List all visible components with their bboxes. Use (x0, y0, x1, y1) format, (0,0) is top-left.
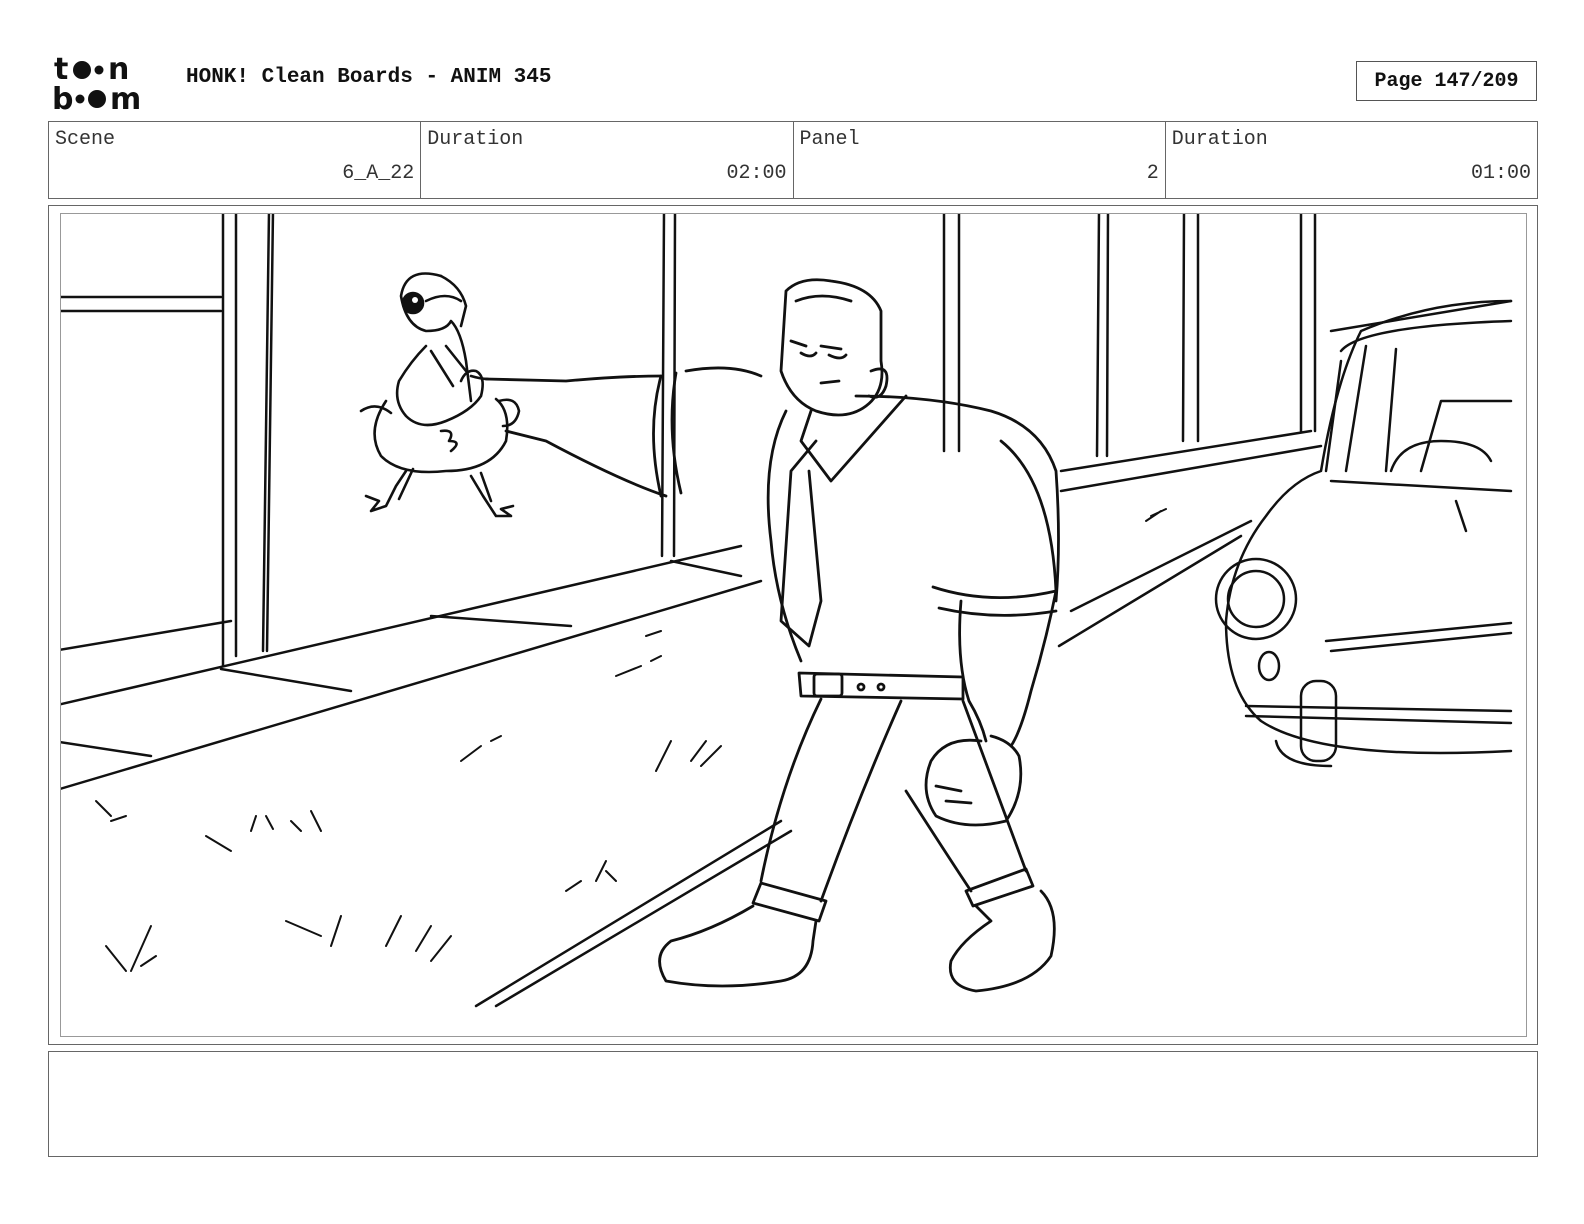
panel-duration-label: Duration (1171, 128, 1268, 151)
svg-text:b: b (52, 82, 73, 112)
grass-tufts (95, 508, 1167, 972)
document-title: HONK! Clean Boards - ANIM 345 (186, 66, 552, 89)
toon-boom-logo: t n b m (52, 52, 141, 112)
scene-duration-value: 02:00 (726, 162, 787, 185)
scene-duration-label: Duration (427, 128, 524, 151)
scene-info-row: Scene 6_A_22 Duration 02:00 Panel 2 Dura… (48, 121, 1538, 199)
scene-duration-cell: Duration 02:00 (421, 122, 794, 198)
panel-notes-box (48, 1051, 1538, 1157)
man-character (484, 278, 1060, 993)
sketch-illustration (61, 214, 1513, 1008)
panel-value: 2 (1146, 162, 1159, 185)
page-number-badge: Page 147/209 (1356, 61, 1537, 101)
panel-cell: Panel 2 (794, 122, 1166, 198)
building-wall (61, 214, 1317, 668)
scene-label: Scene (55, 128, 116, 151)
goose-character (359, 272, 521, 518)
scene-cell: Scene 6_A_22 (49, 122, 422, 198)
sidewalk-lines (61, 299, 1513, 1008)
storyboard-panel-drawing (60, 213, 1527, 1037)
svg-text:m: m (110, 82, 141, 112)
panel-label: Panel (799, 128, 860, 151)
panel-duration-value: 01:00 (1470, 162, 1531, 185)
panel-duration-cell: Duration 01:00 (1166, 122, 1537, 198)
scene-value: 6_A_22 (342, 162, 415, 185)
car (1214, 299, 1513, 768)
